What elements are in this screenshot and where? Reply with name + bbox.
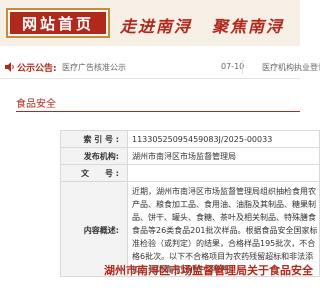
org-value: 湖州市南浔区市场监督管理局: [127, 147, 320, 165]
metadata-table: 索 引 号 : 11330525095459083J/2025-00033 发布…: [60, 130, 320, 277]
nav-zoujin-nanxun[interactable]: 走进南浔: [120, 13, 192, 37]
doc-row: 文 号 :: [60, 164, 320, 182]
org-label: 发布机构:: [60, 147, 128, 165]
doc-value: [127, 164, 320, 182]
home-button[interactable]: 网站首页: [6, 8, 110, 38]
home-button-face[interactable]: 网站首页: [10, 12, 106, 34]
notice-label: 公示公告:: [17, 64, 57, 74]
nav-jujiao-nanxun[interactable]: 聚焦南浔: [212, 13, 284, 37]
index-row: 索 引 号 : 11330525095459083J/2025-00033: [60, 130, 320, 148]
org-row: 发布机构: 湖州市南浔区市场监督管理局: [60, 147, 320, 165]
speaker-icon: [5, 62, 14, 72]
index-value: 11330525095459083J/2025-00033: [127, 130, 320, 148]
doc-label: 文 号 :: [60, 164, 128, 182]
notice-divider: [242, 60, 243, 74]
notice-link[interactable]: 医疗广告核准公示: [62, 62, 126, 73]
index-label: 索 引 号 :: [60, 130, 128, 148]
home-button-label[interactable]: 网站首页: [22, 13, 94, 34]
article-title: 湖州市南浔区市场监督管理局关于食品安全: [104, 264, 313, 277]
notice-link-2[interactable]: 医疗机构执业登记: [262, 62, 320, 73]
notice-date: 07-10: [221, 62, 245, 71]
site-header: 网站首页 走进南浔 聚焦南浔: [0, 0, 300, 46]
section-title: 食品安全: [16, 99, 56, 110]
section-divider: [16, 111, 300, 112]
